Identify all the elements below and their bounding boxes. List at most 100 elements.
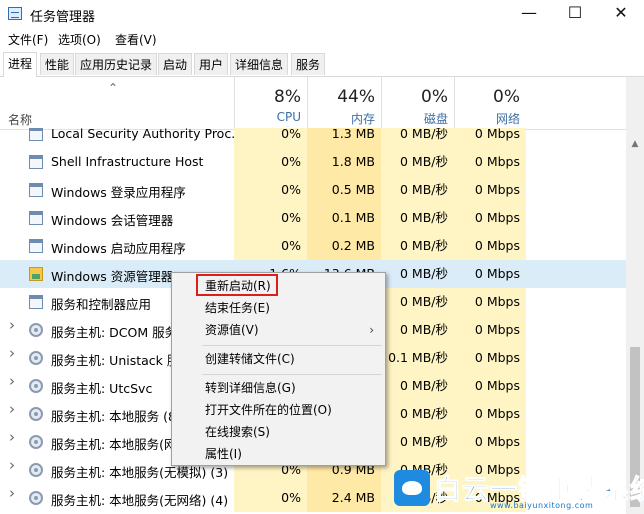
- process-name: 服务主机: UtcSvc: [51, 381, 153, 396]
- process-row[interactable]: Windows 启动应用程序 0% 0.2 MB 0 MB/秒 0 Mbps: [0, 232, 626, 260]
- memory-value: 0.2 MB: [307, 232, 381, 260]
- gear-icon: [29, 323, 43, 337]
- tab-users[interactable]: 用户: [194, 53, 229, 75]
- menu-properties[interactable]: 属性(I): [173, 443, 384, 465]
- menu-open-file-location[interactable]: 打开文件所在的位置(O): [173, 399, 384, 421]
- window-icon: [29, 239, 43, 253]
- highlight-box: [196, 274, 278, 296]
- network-value: 0 Mbps: [454, 260, 526, 288]
- tab-startup[interactable]: 启动: [158, 53, 193, 75]
- disk-value: 0 MB/秒: [381, 316, 454, 344]
- sort-ascending-icon: ⌃: [108, 81, 119, 95]
- process-name: 服务主机: Unistack 服: [51, 353, 180, 368]
- close-icon: ✕: [614, 3, 628, 22]
- disk-value: 0 MB/秒: [381, 288, 454, 316]
- gear-icon: [29, 491, 43, 505]
- process-name: Windows 启动应用程序: [51, 241, 186, 256]
- process-name: Windows 会话管理器: [51, 213, 174, 228]
- menu-resource-values[interactable]: 资源值(V) ›: [173, 319, 384, 341]
- menu-create-dump[interactable]: 创建转储文件(C): [173, 348, 384, 370]
- column-header: ⌃ 名称 8% CPU 44% 内存 0% 磁盘 0% 网络: [0, 77, 626, 130]
- window-icon: [29, 183, 43, 197]
- disk-value: 0 MB/秒: [381, 148, 454, 176]
- menu-search-online[interactable]: 在线搜索(S): [173, 421, 384, 443]
- process-name: Local Security Authority Proc...: [51, 128, 244, 141]
- process-row[interactable]: Windows 登录应用程序 0% 0.5 MB 0 MB/秒 0 Mbps: [0, 176, 626, 204]
- network-value: 0 Mbps: [454, 176, 526, 204]
- close-button[interactable]: ✕: [598, 0, 644, 28]
- process-name: Windows 资源管理器: [51, 269, 174, 284]
- expand-chevron-icon[interactable]: ›: [9, 318, 17, 333]
- name-column-header[interactable]: 名称: [8, 111, 32, 128]
- network-value: 0 Mbps: [454, 288, 526, 316]
- vertical-scrollbar[interactable]: ▲: [626, 77, 644, 514]
- process-row[interactable]: Local Security Authority Proc... 0% 1.3 MB…: [0, 128, 626, 148]
- minimize-button[interactable]: —: [506, 0, 552, 28]
- menu-go-to-details[interactable]: 转到详细信息(G): [173, 377, 384, 399]
- process-name: Shell Infrastructure Host: [51, 154, 204, 169]
- memory-value: 1.8 MB: [307, 148, 381, 176]
- tab-performance[interactable]: 性能: [40, 53, 75, 75]
- memory-value: 0.5 MB: [307, 176, 381, 204]
- expand-chevron-icon[interactable]: ›: [9, 486, 17, 501]
- network-value: 0 Mbps: [454, 204, 526, 232]
- expand-chevron-icon[interactable]: ›: [9, 346, 17, 361]
- process-name: 服务主机: 本地服务(无网络) (4): [51, 493, 229, 508]
- expand-chevron-icon[interactable]: ›: [9, 458, 17, 473]
- process-name: 服务和控制器应用: [51, 297, 152, 312]
- network-value: 0 Mbps: [454, 344, 526, 372]
- menu-end-task[interactable]: 结束任务(E): [173, 297, 384, 319]
- cpu-column-header[interactable]: 8% CPU: [234, 77, 307, 129]
- title-bar: 任务管理器 — ☐ ✕: [0, 0, 644, 28]
- menu-view[interactable]: 查看(V): [115, 31, 157, 48]
- menu-bar: 文件(F) 选项(O) 查看(V): [0, 28, 644, 50]
- window-icon: [29, 155, 43, 169]
- cpu-value: 0%: [234, 204, 307, 232]
- network-value: 0 Mbps: [454, 232, 526, 260]
- maximize-button[interactable]: ☐: [552, 0, 598, 28]
- disk-value: 0 MB/秒: [381, 400, 454, 428]
- cpu-value: 0%: [234, 148, 307, 176]
- expand-chevron-icon[interactable]: ›: [9, 402, 17, 417]
- tab-processes[interactable]: 进程: [3, 52, 38, 77]
- disk-value: 0 MB/秒: [381, 204, 454, 232]
- gear-icon: [29, 435, 43, 449]
- expand-chevron-icon[interactable]: ›: [9, 430, 17, 445]
- disk-value: 0 MB/秒: [381, 428, 454, 456]
- memory-column-header[interactable]: 44% 内存: [307, 77, 381, 129]
- expand-chevron-icon[interactable]: ›: [9, 374, 17, 389]
- process-name: 服务主机: 本地服务 (8: [51, 409, 176, 424]
- menu-options[interactable]: 选项(O): [58, 31, 101, 48]
- cpu-value: 0%: [234, 128, 307, 148]
- process-row[interactable]: Shell Infrastructure Host 0% 1.8 MB 0 MB/秒 0…: [0, 148, 626, 176]
- submenu-arrow-icon: ›: [369, 323, 374, 337]
- gear-icon: [29, 351, 43, 365]
- cpu-value: 0%: [234, 232, 307, 260]
- disk-column-header[interactable]: 0% 磁盘: [381, 77, 454, 129]
- task-manager-icon: [8, 7, 22, 20]
- network-value: 0 Mbps: [454, 128, 526, 148]
- disk-value: 0 MB/秒: [381, 232, 454, 260]
- disk-value: 0 MB/秒: [381, 128, 454, 148]
- disk-value: 0 MB/秒: [381, 372, 454, 400]
- scroll-up-icon[interactable]: ▲: [626, 139, 644, 153]
- window-title: 任务管理器: [30, 10, 96, 25]
- network-column-header[interactable]: 0% 网络: [454, 77, 526, 129]
- menu-file[interactable]: 文件(F): [8, 31, 48, 48]
- maximize-icon: ☐: [567, 3, 583, 22]
- tab-services[interactable]: 服务: [291, 53, 326, 75]
- network-value: 0 Mbps: [454, 316, 526, 344]
- cpu-value: 0%: [234, 484, 307, 512]
- network-value: 0 Mbps: [454, 428, 526, 456]
- memory-value: 1.3 MB: [307, 128, 381, 148]
- process-row[interactable]: Windows 会话管理器 0% 0.1 MB 0 MB/秒 0 Mbps: [0, 204, 626, 232]
- bird-logo-icon: [394, 470, 430, 506]
- tab-details[interactable]: 详细信息: [230, 53, 289, 75]
- gear-icon: [29, 463, 43, 477]
- window-icon: [29, 295, 43, 309]
- memory-value: 2.4 MB: [307, 484, 381, 512]
- disk-value: 0.1 MB/秒: [381, 344, 454, 372]
- cpu-value: 0%: [234, 176, 307, 204]
- disk-value: 0 MB/秒: [381, 260, 454, 288]
- tab-app-history[interactable]: 应用历史记录: [75, 53, 158, 75]
